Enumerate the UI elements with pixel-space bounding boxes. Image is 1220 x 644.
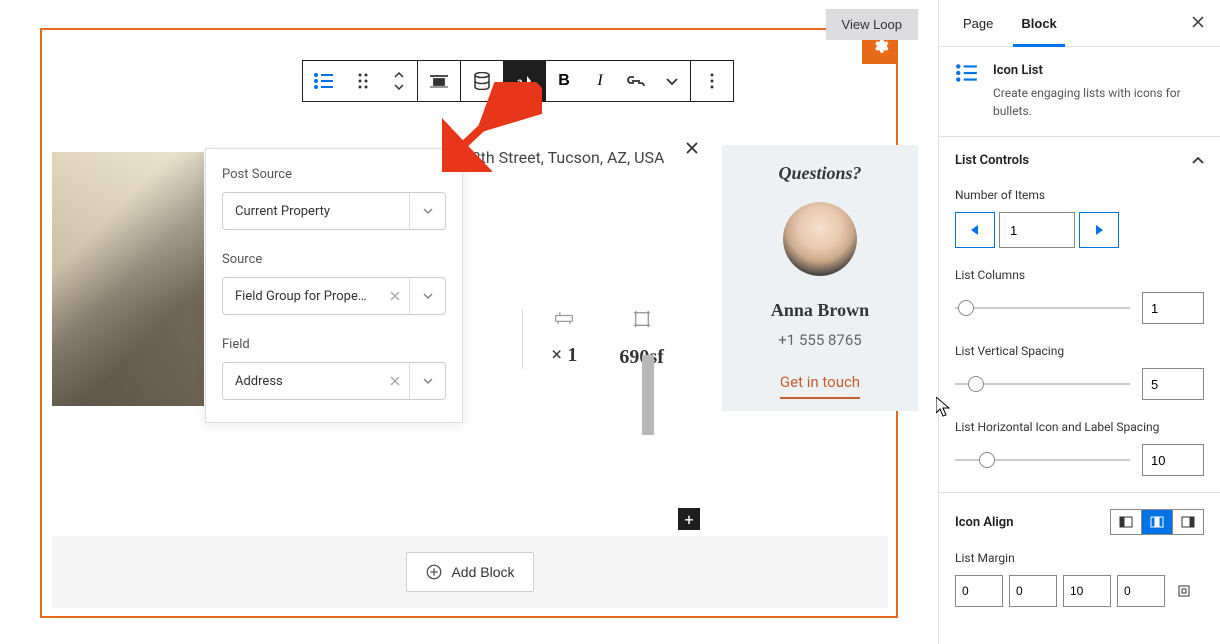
toolbar-align-button[interactable] [418, 61, 460, 101]
num-items-input[interactable] [999, 212, 1075, 248]
close-icon[interactable] [682, 138, 702, 158]
add-block-bar: Add Block [52, 536, 888, 608]
add-block-inline[interactable]: + [678, 508, 700, 530]
cursor-icon [936, 397, 950, 417]
hspace-input[interactable] [1142, 444, 1204, 476]
area-icon [633, 310, 651, 332]
agent-card: Questions? Anna Brown +1 555 8765 Get in… [722, 145, 918, 411]
agent-name: Anna Brown [734, 300, 906, 321]
margin-label: List Margin [955, 551, 1204, 565]
margin-left-input[interactable] [1117, 575, 1165, 607]
toolbar-data-button[interactable] [461, 61, 503, 101]
svg-text:a: a [517, 77, 523, 88]
post-source-value: Current Property [223, 204, 409, 219]
link-margins-button[interactable] [1171, 578, 1197, 604]
toolbar-drag-button[interactable] [345, 61, 381, 101]
plus-circle-icon [425, 563, 443, 581]
chevron-down-icon [409, 193, 445, 229]
view-loop-button[interactable]: View Loop [826, 9, 918, 40]
settings-sidebar: Page Block Icon List Create engaging lis… [938, 0, 1220, 644]
agent-cta-link[interactable]: Get in touch [780, 373, 860, 399]
source-select[interactable]: Field Group for Propert... [222, 277, 446, 315]
list-columns-label: List Columns [955, 268, 1204, 282]
property-image [52, 152, 204, 406]
close-sidebar-button[interactable] [1192, 15, 1204, 31]
toolbar-bold-button[interactable]: B [546, 61, 582, 101]
add-block-label: Add Block [451, 564, 514, 580]
toolbar-italic-button[interactable]: I [582, 61, 618, 101]
bath-icon [554, 310, 574, 330]
margin-bottom-input[interactable] [1063, 575, 1111, 607]
agent-avatar [783, 202, 857, 276]
columns-input[interactable] [1142, 292, 1204, 324]
toolbar-iconlist-button[interactable] [303, 61, 345, 101]
align-right-button[interactable] [1172, 509, 1204, 535]
margin-top-input[interactable] [955, 575, 1003, 607]
list-controls-toggle[interactable]: List Controls [955, 153, 1204, 168]
chevron-up-icon [1192, 157, 1204, 165]
toolbar-options-button[interactable] [691, 61, 733, 101]
iconlist-icon [955, 63, 979, 120]
source-label: Source [222, 252, 446, 267]
icon-align-label: Icon Align [955, 515, 1013, 530]
source-value: Field Group for Propert... [223, 289, 381, 304]
editor-canvas: Tucson, East 12th Street, Tucson, AZ, US… [40, 28, 898, 618]
num-items-label: Number of Items [955, 188, 1204, 202]
clear-icon[interactable] [381, 376, 409, 386]
add-block-button[interactable]: Add Block [406, 552, 533, 592]
vspace-label: List Vertical Spacing [955, 344, 1204, 358]
vspace-slider[interactable] [955, 376, 1130, 392]
block-toolbar: a B I [302, 60, 734, 102]
field-select[interactable]: Address [222, 362, 446, 400]
block-description: Create engaging lists with icons for bul… [993, 84, 1204, 120]
toolbar-move-button[interactable] [381, 61, 417, 101]
scrollbar-thumb[interactable] [642, 355, 654, 435]
toolbar-dynamic-button[interactable]: a [503, 61, 545, 101]
tab-block[interactable]: Block [1013, 0, 1064, 46]
columns-slider[interactable] [955, 300, 1130, 316]
stat-baths: × 1 [551, 344, 577, 367]
block-title: Icon List [993, 63, 1204, 78]
agent-card-title: Questions? [734, 163, 906, 184]
panel-title: List Controls [955, 153, 1029, 168]
field-label: Field [222, 337, 446, 352]
align-center-button[interactable] [1141, 509, 1173, 535]
chevron-down-icon [409, 363, 445, 399]
hspace-slider[interactable] [955, 452, 1130, 468]
post-source-label: Post Source [222, 167, 446, 182]
toolbar-more-button[interactable] [654, 61, 690, 101]
field-value: Address [223, 374, 381, 389]
align-left-button[interactable] [1110, 509, 1142, 535]
margin-right-input[interactable] [1009, 575, 1057, 607]
hspace-label: List Horizontal Icon and Label Spacing [955, 420, 1204, 434]
agent-phone: +1 555 8765 [734, 331, 906, 349]
close-icon [1192, 16, 1204, 28]
chevron-down-icon [409, 278, 445, 314]
decrement-button[interactable] [955, 212, 995, 248]
post-source-popup: Post Source Current Property Source Fiel… [205, 148, 463, 423]
tab-page[interactable]: Page [955, 0, 1001, 46]
clear-icon[interactable] [381, 291, 409, 301]
toolbar-link-button[interactable] [618, 61, 654, 101]
post-source-select[interactable]: Current Property [222, 192, 446, 230]
vspace-input[interactable] [1142, 368, 1204, 400]
increment-button[interactable] [1079, 212, 1119, 248]
